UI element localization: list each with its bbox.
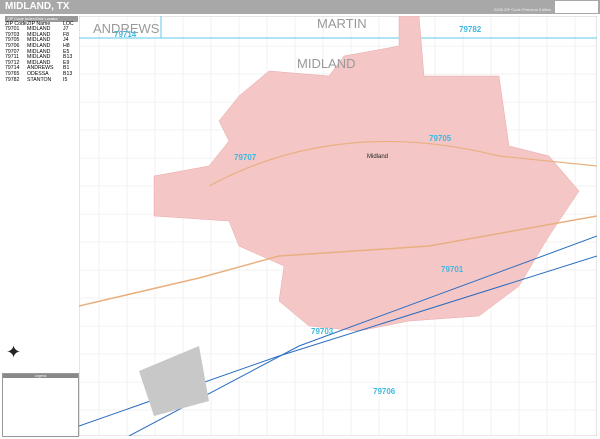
index-cell: I5 (63, 76, 68, 83)
zip-79705: 79705 (429, 134, 452, 143)
county-martin: MARTIN (317, 16, 367, 31)
zip-79703: 79703 (311, 327, 334, 336)
zip-79707: 79707 (234, 153, 257, 162)
zip-79706: 79706 (373, 387, 396, 396)
legend-title: Legend (3, 374, 78, 378)
index-cell: 79782 (5, 76, 20, 83)
map-canvas[interactable]: ANDREWS MARTIN MIDLAND Midland 79714 797… (79, 16, 597, 436)
index-row: 79782 STANTON I5 (5, 76, 78, 84)
legend: Legend (2, 373, 79, 437)
zip-index: ZIP Code Index/Grid Locator ZIP Code ZIP … (5, 16, 78, 83)
compass-rose-icon: ✦ (6, 342, 22, 362)
county-midland: MIDLAND (297, 56, 356, 71)
city-label: Midland (367, 154, 388, 160)
header-bar: MIDLAND, TX 2026 ZIP Code Premium Editio… (0, 0, 600, 14)
logo (555, 1, 598, 13)
map-title: MIDLAND, TX (5, 1, 70, 12)
zip-79714: 79714 (114, 30, 137, 39)
zip-79782: 79782 (459, 25, 482, 34)
edition-label: 2026 ZIP Code Premium Edition (494, 7, 552, 12)
index-cell: STANTON (27, 76, 52, 83)
zip-79701: 79701 (441, 265, 464, 274)
